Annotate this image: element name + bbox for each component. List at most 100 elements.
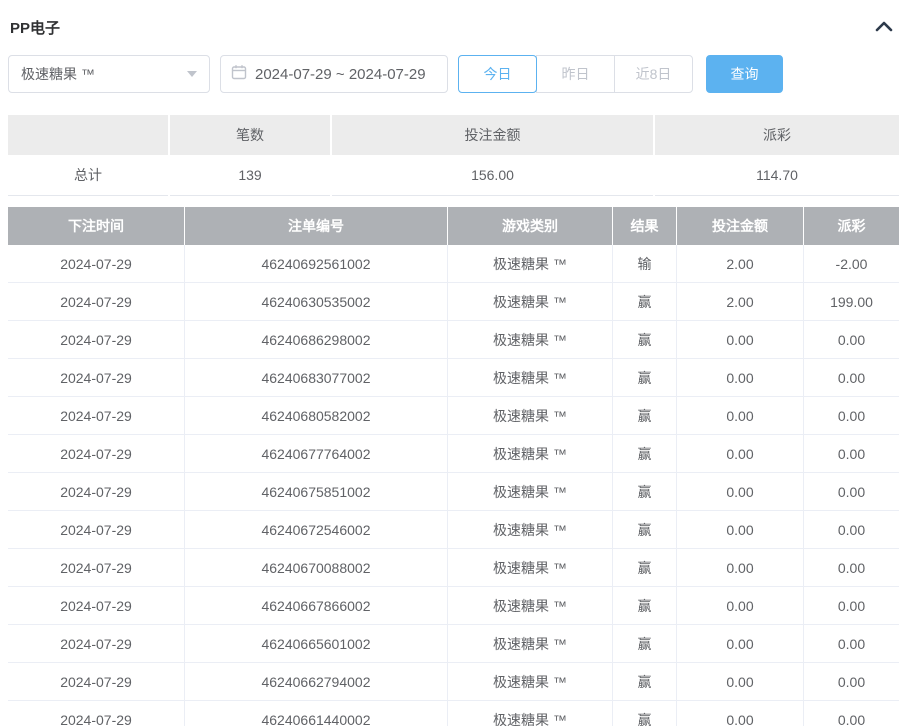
summary-total-payout: 114.70 — [655, 155, 899, 196]
cell-payout: 0.00 — [804, 587, 899, 625]
records-table-body: 2024-07-29 46240692561002 极速糖果 ™ 输 2.00 … — [8, 245, 899, 726]
query-button[interactable]: 查询 — [706, 55, 783, 93]
cell-result: 赢 — [613, 397, 677, 435]
cell-payout: -2.00 — [804, 245, 899, 283]
cell-game-category: 极速糖果 ™ — [448, 587, 613, 625]
cell-bet-amount: 0.00 — [677, 359, 804, 397]
cell-result: 赢 — [613, 283, 677, 321]
summary-total-row: 总计 139 156.00 114.70 — [8, 155, 899, 196]
collapse-button[interactable] — [871, 18, 897, 37]
table-row: 2024-07-29 46240630535002 极速糖果 ™ 赢 2.00 … — [8, 283, 899, 321]
table-row: 2024-07-29 46240692561002 极速糖果 ™ 输 2.00 … — [8, 245, 899, 283]
cell-bet-time: 2024-07-29 — [8, 701, 185, 726]
cell-bet-amount: 0.00 — [677, 549, 804, 587]
cell-payout: 0.00 — [804, 625, 899, 663]
cell-order-id: 46240677764002 — [185, 435, 448, 473]
cell-payout: 199.00 — [804, 283, 899, 321]
cell-game-category: 极速糖果 ™ — [448, 511, 613, 549]
cell-result: 赢 — [613, 321, 677, 359]
calendar-icon — [231, 64, 247, 85]
cell-payout: 0.00 — [804, 701, 899, 726]
cell-payout: 0.00 — [804, 549, 899, 587]
cell-bet-time: 2024-07-29 — [8, 397, 185, 435]
summary-table: 笔数 投注金额 派彩 总计 139 156.00 114.70 — [8, 115, 899, 196]
summary-total-label: 总计 — [8, 155, 168, 196]
records-header-payout: 派彩 — [804, 207, 899, 245]
cell-bet-amount: 0.00 — [677, 663, 804, 701]
cell-order-id: 46240692561002 — [185, 245, 448, 283]
cell-bet-time: 2024-07-29 — [8, 549, 185, 587]
cell-game-category: 极速糖果 ™ — [448, 283, 613, 321]
cell-result: 赢 — [613, 587, 677, 625]
cell-result: 赢 — [613, 701, 677, 726]
cell-game-category: 极速糖果 ™ — [448, 435, 613, 473]
date-range-input[interactable]: 2024-07-29 ~ 2024-07-29 — [220, 55, 448, 93]
panel-header: PP电子 — [8, 0, 899, 48]
cell-bet-time: 2024-07-29 — [8, 663, 185, 701]
game-select[interactable]: 极速糖果 ™ — [8, 55, 210, 93]
cell-bet-time: 2024-07-29 — [8, 473, 185, 511]
cell-bet-time: 2024-07-29 — [8, 321, 185, 359]
table-row: 2024-07-29 46240661440002 极速糖果 ™ 赢 0.00 … — [8, 701, 899, 726]
table-row: 2024-07-29 46240677764002 极速糖果 ™ 赢 0.00 … — [8, 435, 899, 473]
page-title: PP电子 — [8, 17, 60, 38]
cell-game-category: 极速糖果 ™ — [448, 473, 613, 511]
cell-payout: 0.00 — [804, 359, 899, 397]
cell-payout: 0.00 — [804, 511, 899, 549]
cell-result: 赢 — [613, 511, 677, 549]
table-row: 2024-07-29 46240667866002 极速糖果 ™ 赢 0.00 … — [8, 587, 899, 625]
summary-header-count: 笔数 — [170, 115, 330, 155]
table-row: 2024-07-29 46240675851002 极速糖果 ™ 赢 0.00 … — [8, 473, 899, 511]
cell-bet-amount: 0.00 — [677, 625, 804, 663]
cell-payout: 0.00 — [804, 473, 899, 511]
quick-date-button-group: 今日 昨日 近8日 — [458, 55, 693, 93]
cell-bet-amount: 2.00 — [677, 283, 804, 321]
pp-electronic-panel: PP电子 极速糖果 ™ 2024-07-29 ~ 2 — [0, 0, 907, 726]
summary-header-bet-amount: 投注金额 — [332, 115, 653, 155]
cell-result: 赢 — [613, 663, 677, 701]
cell-result: 输 — [613, 245, 677, 283]
records-header-row: 下注时间 注单编号 游戏类别 结果 投注金额 派彩 — [8, 207, 899, 245]
date-range-value: 2024-07-29 ~ 2024-07-29 — [255, 66, 426, 83]
records-header-bet-time: 下注时间 — [8, 207, 185, 245]
cell-bet-amount: 0.00 — [677, 473, 804, 511]
cell-order-id: 46240661440002 — [185, 701, 448, 726]
summary-total-count: 139 — [170, 155, 330, 196]
table-row: 2024-07-29 46240665601002 极速糖果 ™ 赢 0.00 … — [8, 625, 899, 663]
cell-payout: 0.00 — [804, 663, 899, 701]
summary-header-blank — [8, 115, 168, 155]
quick-button-last8days[interactable]: 近8日 — [614, 55, 693, 93]
table-row: 2024-07-29 46240670088002 极速糖果 ™ 赢 0.00 … — [8, 549, 899, 587]
cell-game-category: 极速糖果 ™ — [448, 625, 613, 663]
cell-order-id: 46240665601002 — [185, 625, 448, 663]
cell-bet-amount: 2.00 — [677, 245, 804, 283]
table-row: 2024-07-29 46240672546002 极速糖果 ™ 赢 0.00 … — [8, 511, 899, 549]
cell-game-category: 极速糖果 ™ — [448, 549, 613, 587]
table-row: 2024-07-29 46240683077002 极速糖果 ™ 赢 0.00 … — [8, 359, 899, 397]
cell-result: 赢 — [613, 473, 677, 511]
cell-bet-amount: 0.00 — [677, 321, 804, 359]
table-row: 2024-07-29 46240686298002 极速糖果 ™ 赢 0.00 … — [8, 321, 899, 359]
cell-payout: 0.00 — [804, 435, 899, 473]
cell-order-id: 46240683077002 — [185, 359, 448, 397]
table-row: 2024-07-29 46240662794002 极速糖果 ™ 赢 0.00 … — [8, 663, 899, 701]
cell-result: 赢 — [613, 359, 677, 397]
cell-bet-time: 2024-07-29 — [8, 359, 185, 397]
cell-bet-amount: 0.00 — [677, 397, 804, 435]
quick-button-today[interactable]: 今日 — [458, 55, 537, 93]
chevron-up-icon — [875, 20, 893, 35]
cell-bet-amount: 0.00 — [677, 511, 804, 549]
table-row: 2024-07-29 46240680582002 极速糖果 ™ 赢 0.00 … — [8, 397, 899, 435]
cell-result: 赢 — [613, 435, 677, 473]
cell-order-id: 46240662794002 — [185, 663, 448, 701]
cell-game-category: 极速糖果 ™ — [448, 245, 613, 283]
cell-game-category: 极速糖果 ™ — [448, 397, 613, 435]
cell-order-id: 46240675851002 — [185, 473, 448, 511]
records-header-bet-amount: 投注金额 — [677, 207, 804, 245]
cell-payout: 0.00 — [804, 321, 899, 359]
cell-order-id: 46240667866002 — [185, 587, 448, 625]
game-select-value: 极速糖果 ™ — [21, 64, 95, 84]
cell-bet-amount: 0.00 — [677, 587, 804, 625]
quick-button-yesterday[interactable]: 昨日 — [536, 55, 615, 93]
cell-game-category: 极速糖果 ™ — [448, 701, 613, 726]
